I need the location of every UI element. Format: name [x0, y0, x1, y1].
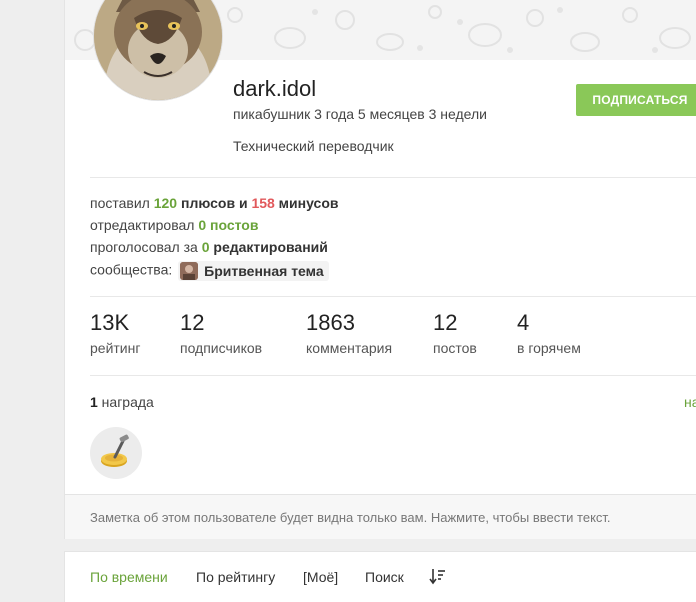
sort-bar: По времени По рейтингу [Моё] Поиск	[64, 551, 696, 602]
counter-posts[interactable]: 12 постов	[433, 310, 477, 356]
user-note-area[interactable]: Заметка об этом пользователе будет видна…	[64, 494, 696, 539]
sort-search[interactable]: Поиск	[365, 569, 404, 585]
awards-title: 1 награда	[90, 394, 154, 410]
edits-line: отредактировал 0 постов	[90, 217, 259, 233]
profile-card: dark.idol пикабушник 3 года 5 месяцев 3 …	[64, 0, 696, 494]
tenure: пикабушник 3 года 5 месяцев 3 недели	[233, 106, 487, 122]
sort-by-rating[interactable]: По рейтингу	[196, 569, 275, 585]
minus-count: 158	[251, 195, 275, 211]
divider	[90, 296, 696, 297]
community-tag[interactable]: Бритвенная тема	[178, 261, 329, 281]
about-text: Технический переводчик	[233, 138, 394, 154]
subscribe-button[interactable]: ПОДПИСАТЬСЯ	[576, 84, 696, 116]
awards-link[interactable]: на	[684, 394, 696, 410]
award-badge[interactable]	[90, 427, 142, 479]
sort-by-time[interactable]: По времени	[90, 569, 168, 585]
community-icon	[180, 262, 199, 280]
sort-mine[interactable]: [Моё]	[303, 569, 338, 585]
edit-votes-line: проголосовал за 0 редактирований	[90, 239, 328, 255]
avatar[interactable]	[94, 0, 222, 100]
activity-stats: поставил 120 плюсов и 158 минусов отреда…	[90, 195, 339, 283]
counter-subscribers[interactable]: 12 подписчиков	[180, 310, 262, 356]
user-note-placeholder: Заметка об этом пользователе будет видна…	[90, 510, 611, 525]
counter-hot[interactable]: 4 в горячем	[517, 310, 581, 356]
divider	[90, 375, 696, 376]
edits-link[interactable]: 0 постов	[198, 217, 258, 233]
razor-award-icon	[101, 434, 129, 467]
communities-line: сообщества: Бритвенная тема	[90, 261, 339, 283]
plus-count: 120	[153, 195, 178, 211]
sort-order-icon[interactable]	[429, 567, 447, 585]
username: dark.idol	[233, 76, 317, 101]
counter-comments[interactable]: 1863 комментария	[306, 310, 392, 356]
counter-rating: 13K рейтинг	[90, 310, 141, 356]
wolf-avatar-icon	[94, 0, 222, 100]
votes-line: поставил 120 плюсов и 158 минусов	[90, 195, 339, 211]
divider	[90, 177, 696, 178]
